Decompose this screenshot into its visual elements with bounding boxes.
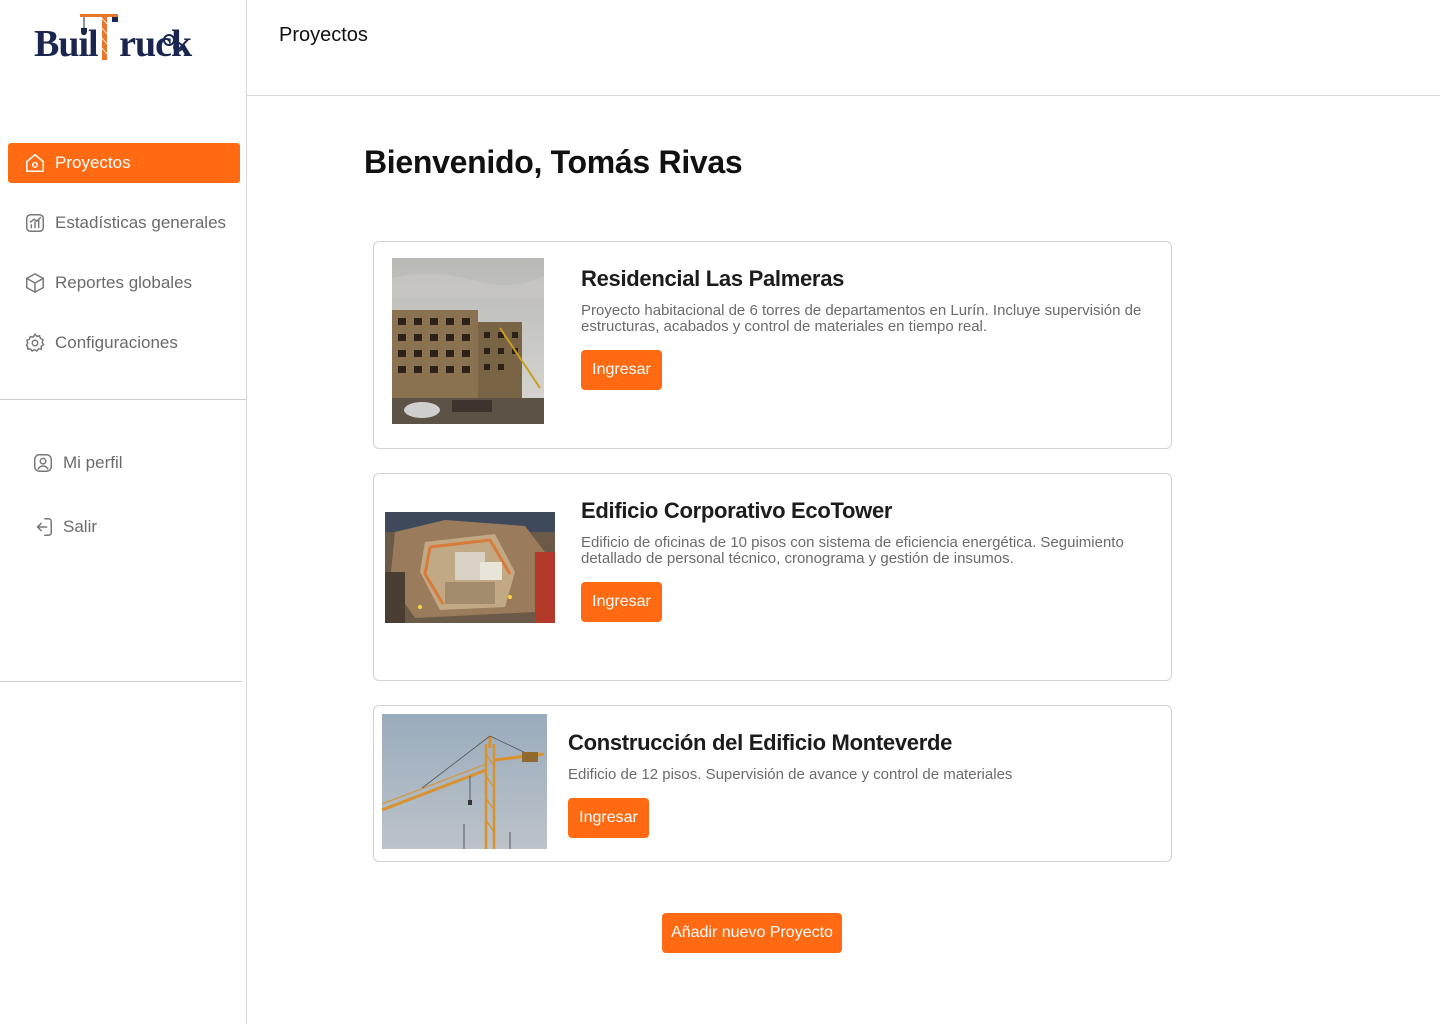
sidebar-divider <box>0 681 242 682</box>
page-title: Proyectos <box>279 24 368 46</box>
home-icon <box>24 152 46 174</box>
project-card: Edificio Corporativo EcoTower Edificio d… <box>373 473 1172 681</box>
project-title: Edificio Corporativo EcoTower <box>581 498 893 523</box>
construction-site-aerial-photo <box>385 512 555 623</box>
logout-icon <box>32 516 54 538</box>
chart-icon <box>24 212 46 234</box>
sidebar-item-label: Reportes globales <box>55 273 193 292</box>
tower-crane-photo <box>382 714 547 849</box>
builtruck-logo[interactable]: BuilTruck <box>32 8 192 68</box>
add-project-button[interactable]: Añadir nuevo Proyecto <box>662 913 842 953</box>
sidebar-divider <box>0 399 247 400</box>
sidebar-item-mi-perfil[interactable]: Mi perfil <box>32 447 123 479</box>
sidebar-item-label: Salir <box>63 517 98 536</box>
sidebar-item-configuraciones[interactable]: Configuraciones <box>8 323 240 363</box>
sidebar-item-label: Configuraciones <box>55 333 178 352</box>
logo-text: BuilTruck <box>34 23 192 65</box>
welcome-heading: Bienvenido, Tomás Rivas <box>364 144 743 180</box>
project-card: Construcción del Edificio Monteverde Edi… <box>373 705 1172 862</box>
ingresar-button[interactable]: Ingresar <box>581 582 662 622</box>
sidebar-item-reportes[interactable]: Reportes globales <box>8 263 240 303</box>
sidebar-item-salir[interactable]: Salir <box>32 511 97 543</box>
box-icon <box>24 272 46 294</box>
project-description: Proyecto habitacional de 6 torres de dep… <box>581 302 1142 335</box>
project-description: Edificio de oficinas de 10 pisos con sis… <box>581 534 1124 567</box>
sidebar-item-estadisticas[interactable]: Estadísticas generales <box>8 203 240 243</box>
project-title: Residencial Las Palmeras <box>581 266 845 291</box>
sidebar-item-label: Estadísticas generales <box>55 213 227 232</box>
top-header: Proyectos <box>247 0 1440 96</box>
sidebar-item-label: Mi perfil <box>63 453 123 472</box>
gear-icon <box>24 332 46 354</box>
apartment-building-photo <box>392 258 544 424</box>
sidebar-item-proyectos[interactable]: Proyectos <box>8 143 240 183</box>
sidebar: BuilTruck Proyectos Estadísticas general… <box>0 0 247 1024</box>
user-icon <box>32 452 54 474</box>
project-title: Construcción del Edificio Monteverde <box>568 730 953 755</box>
project-card: Residencial Las Palmeras Proyecto habita… <box>373 241 1172 449</box>
sidebar-item-label: Proyectos <box>55 153 131 172</box>
ingresar-button[interactable]: Ingresar <box>568 798 649 838</box>
ingresar-button[interactable]: Ingresar <box>581 350 662 390</box>
project-description: Edificio de 12 pisos. Supervisión de ava… <box>568 766 1013 783</box>
